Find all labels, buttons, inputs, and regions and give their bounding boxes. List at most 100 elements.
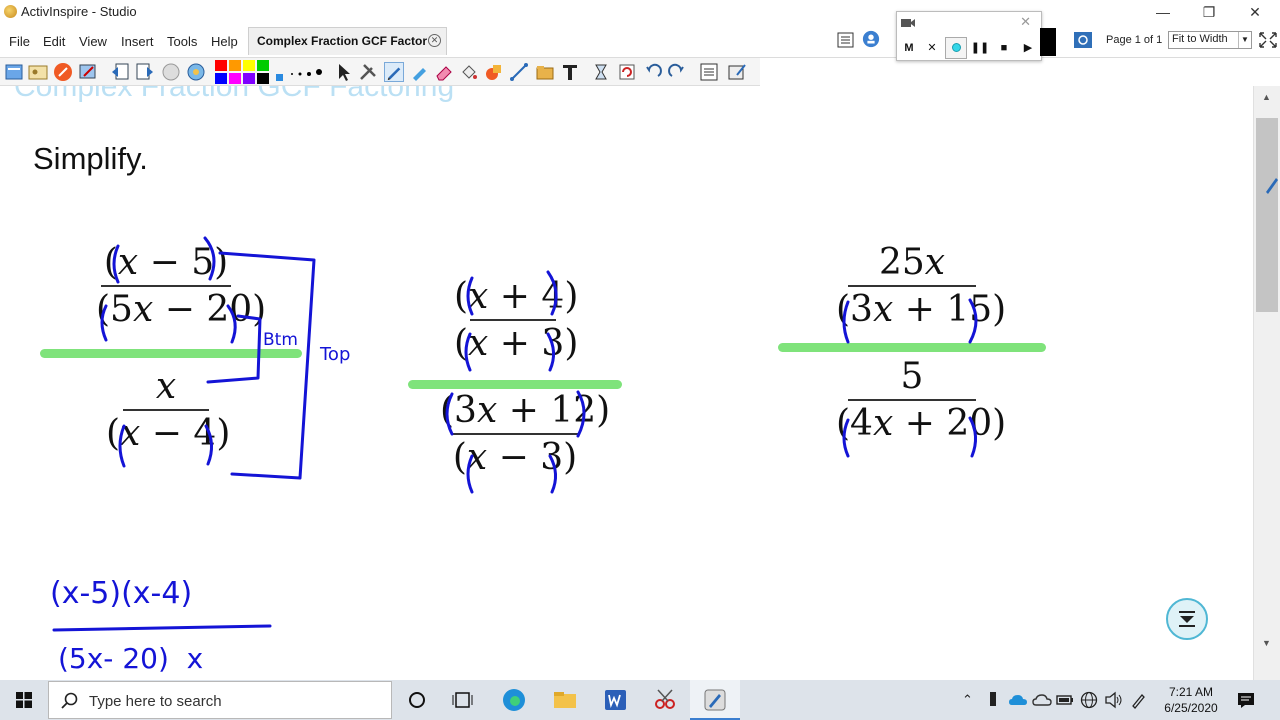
highlighter-icon[interactable]	[409, 62, 429, 82]
color-swatch-magenta[interactable]	[229, 73, 241, 84]
color-swatch-blue[interactable]	[215, 73, 227, 84]
file-explorer-icon[interactable]	[550, 686, 580, 714]
recorder-record-button[interactable]	[945, 37, 967, 59]
shape-icon[interactable]	[484, 62, 504, 82]
next-page-icon[interactable]	[135, 62, 155, 82]
tab-document-label: Complex Fraction GCF Factoring	[257, 34, 427, 48]
battery-icon[interactable]	[1056, 693, 1074, 707]
pen-ink-workspace-icon[interactable]	[1130, 691, 1148, 709]
color-swatch-black[interactable]	[257, 73, 269, 84]
color-swatch-orange[interactable]	[229, 60, 241, 71]
snipping-tool-icon[interactable]	[650, 686, 680, 714]
toolbox-customize-icon[interactable]	[727, 62, 747, 82]
restore-button[interactable]: ❐	[1186, 0, 1232, 24]
tools-icon[interactable]	[358, 62, 378, 82]
reset-page-icon[interactable]	[617, 62, 637, 82]
recorder-pause-button[interactable]: ❚❚	[969, 37, 991, 59]
menu-view[interactable]: View	[79, 34, 107, 49]
network-globe-icon[interactable]	[1080, 691, 1098, 709]
pen-width-selector[interactable]	[274, 62, 330, 82]
taskbar-search-box[interactable]: Type here to search	[48, 681, 392, 719]
start-button[interactable]	[0, 680, 48, 720]
menu-edit[interactable]: Edit	[43, 34, 65, 49]
ink-work-fraction-bar	[52, 624, 272, 632]
vertical-scrollbar[interactable]: ▲ ▼	[1253, 86, 1280, 680]
menu-file[interactable]: File	[9, 34, 30, 49]
recording-indicator	[1040, 28, 1056, 56]
connector-icon[interactable]	[509, 62, 529, 82]
resource-library-icon[interactable]	[861, 30, 881, 48]
ink-paren	[112, 244, 120, 284]
pen-icon[interactable]	[384, 62, 404, 82]
taskbar-clock[interactable]: 7:21 AM 6/25/2020	[1158, 684, 1224, 716]
color-swatch-yellow[interactable]	[243, 60, 255, 71]
play-icon: ▶	[1023, 42, 1033, 54]
zoom-selected-value: Fit to Width	[1172, 33, 1228, 45]
page-notes-icon[interactable]	[699, 62, 719, 82]
stop-icon: ■	[1000, 42, 1008, 54]
scroll-up-icon[interactable]: ▲	[1262, 92, 1271, 102]
desktop-annotate-icon[interactable]	[186, 62, 206, 82]
flipchart-canvas[interactable]: Complex Fraction GCF Factoring Simplify.…	[0, 86, 1253, 680]
main-menu-icon[interactable]	[4, 62, 24, 82]
previous-page-icon[interactable]	[110, 62, 130, 82]
recorder-stop-button[interactable]: ■	[993, 37, 1015, 59]
clear-icon[interactable]	[591, 62, 611, 82]
onedrive-icon[interactable]	[1008, 692, 1028, 708]
menu-tools[interactable]: Tools	[167, 34, 197, 49]
task-view-icon[interactable]	[448, 686, 478, 714]
resource-folder-icon[interactable]	[535, 62, 555, 82]
undo-page-icon[interactable]	[161, 62, 181, 82]
recorder-mute-button[interactable]: M	[898, 37, 920, 59]
dashboard-icon[interactable]	[1073, 31, 1093, 49]
ink-paren	[546, 332, 555, 372]
weather-cloud-icon[interactable]	[1032, 692, 1052, 708]
ink-paren	[100, 304, 108, 342]
recorder-panel: ✕ M ✕ ❚❚ ■ ▶	[896, 11, 1042, 61]
select-pointer-icon[interactable]	[333, 62, 353, 82]
menu-insert[interactable]: Insert	[121, 34, 154, 49]
edge-browser-icon[interactable]	[499, 686, 529, 714]
pen-tool-icon[interactable]	[53, 62, 73, 82]
ink-paren	[842, 418, 850, 458]
text-tool-icon[interactable]	[560, 62, 580, 82]
usb-drive-icon[interactable]	[986, 691, 1000, 709]
undo-icon[interactable]	[643, 62, 663, 82]
activinspire-taskbar-item[interactable]	[690, 680, 740, 720]
color-swatch-red[interactable]	[215, 60, 227, 71]
recorder-play-button[interactable]: ▶	[1017, 37, 1039, 59]
recorder-cancel-button[interactable]: ✕	[921, 37, 943, 59]
page-browser-icon[interactable]	[836, 31, 856, 49]
fill-icon[interactable]	[459, 62, 479, 82]
minimize-button[interactable]: —	[1140, 0, 1186, 24]
page-navigation-button[interactable]	[1166, 598, 1208, 640]
word-icon[interactable]	[600, 686, 630, 714]
zoom-dropdown[interactable]: Fit to Width ▼	[1168, 31, 1252, 49]
ink-bracket-top	[218, 251, 316, 480]
profiles-icon[interactable]	[28, 62, 48, 82]
scrollbar-thumb[interactable]	[1256, 118, 1278, 312]
volume-icon[interactable]	[1104, 691, 1124, 709]
ink-paren	[968, 416, 977, 458]
ink-work-denominator: (5x- 20) x	[58, 642, 204, 675]
tab-close-icon[interactable]: ✕	[428, 34, 441, 47]
record-icon	[951, 43, 961, 52]
cortana-icon[interactable]	[402, 686, 432, 714]
color-palette	[215, 60, 269, 84]
close-window-button[interactable]: ✕	[1232, 0, 1278, 24]
ink-paren	[226, 304, 237, 344]
recorder-close-icon[interactable]: ✕	[1020, 14, 1031, 30]
notification-center-icon[interactable]	[1236, 691, 1256, 709]
color-swatch-purple[interactable]	[243, 73, 255, 84]
tab-document[interactable]: Complex Fraction GCF Factoring ✕	[248, 27, 447, 55]
fullscreen-icon[interactable]	[1258, 31, 1278, 49]
scroll-down-icon[interactable]: ▼	[1262, 638, 1271, 648]
color-swatch-green[interactable]	[257, 60, 269, 71]
designer-mode-icon[interactable]	[78, 62, 98, 82]
eraser-icon[interactable]	[434, 62, 454, 82]
redo-icon[interactable]	[667, 62, 687, 82]
menu-help[interactable]: Help	[211, 34, 238, 49]
search-placeholder: Type here to search	[89, 693, 222, 710]
ink-work-numerator: (x-5)(x-4)	[50, 576, 193, 611]
tray-chevron-up-icon[interactable]: ⌃	[962, 692, 973, 708]
